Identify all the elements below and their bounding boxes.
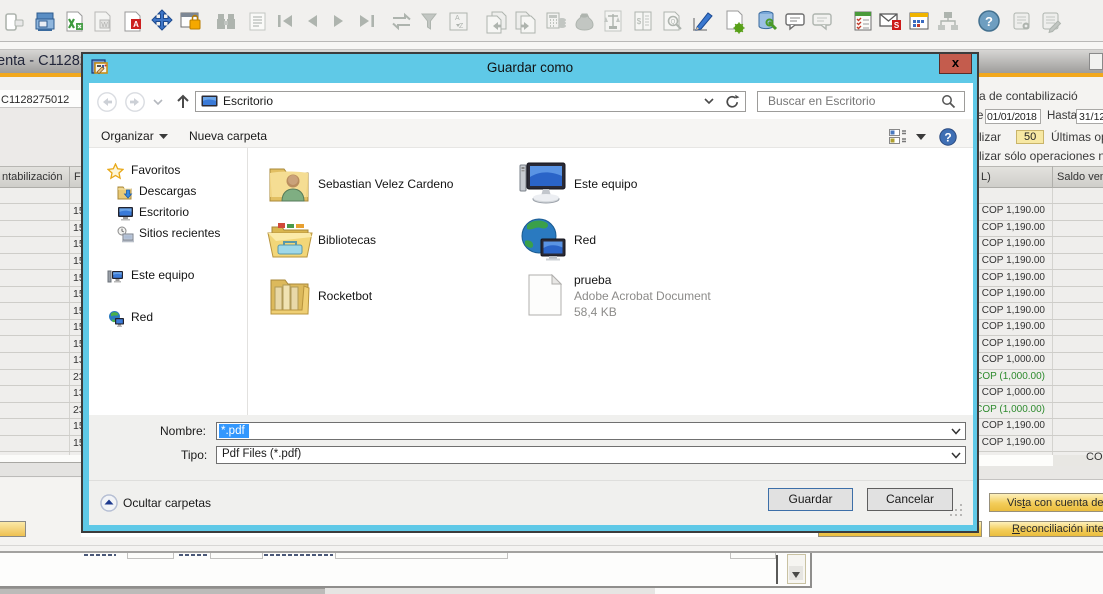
svg-text:$: $ bbox=[637, 17, 642, 26]
svg-text:S: S bbox=[894, 21, 900, 30]
svg-text:A: A bbox=[455, 15, 460, 22]
svg-text:A: A bbox=[133, 20, 139, 29]
svg-text:?: ? bbox=[985, 14, 993, 29]
svg-text:Q: Q bbox=[671, 20, 676, 26]
svg-text:?: ? bbox=[944, 131, 951, 145]
svg-text:W: W bbox=[101, 22, 108, 29]
